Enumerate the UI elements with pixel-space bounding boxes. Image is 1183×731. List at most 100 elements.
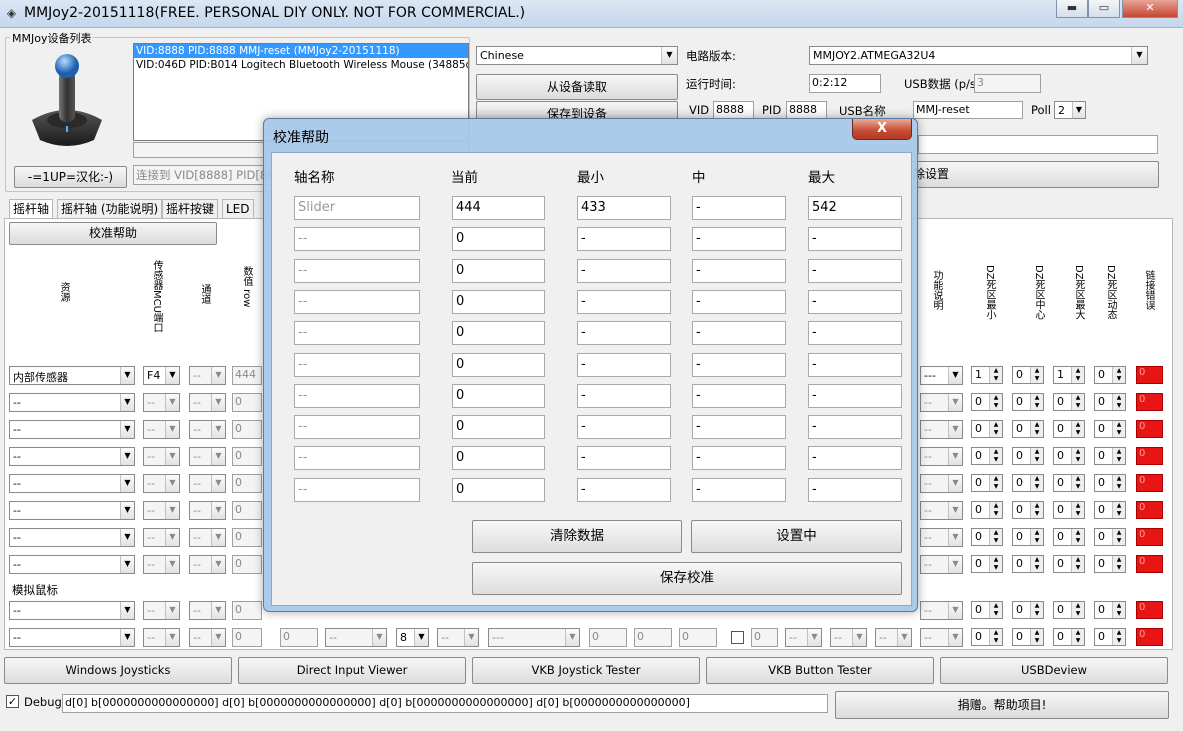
mouse-extra-select-2[interactable]: -- ▼ xyxy=(830,628,867,647)
clear-data-button[interactable]: 清除数据 xyxy=(472,520,682,553)
usbdeview-button[interactable]: USBDeview xyxy=(940,657,1168,684)
dz-spinner[interactable]: 0 ▲ ▼ xyxy=(1094,555,1126,573)
port-select[interactable]: -- ▼ xyxy=(143,447,180,466)
calibration-help-button[interactable]: 校准帮助 xyxy=(9,222,217,245)
calib-min-field[interactable]: - xyxy=(577,446,671,471)
calib-name-field[interactable]: -- xyxy=(294,258,420,283)
calib-name-field[interactable]: -- xyxy=(294,352,420,377)
calib-mid-field[interactable]: - xyxy=(692,383,786,408)
dz-spinner[interactable]: 0 ▲ ▼ xyxy=(971,555,1003,573)
calib-current-field[interactable]: 0 xyxy=(452,352,545,377)
minimize-button[interactable]: ▬ xyxy=(1056,0,1088,18)
language-select[interactable]: Chinese ▼ xyxy=(476,46,678,65)
device-item[interactable]: VID:8888 PID:8888 MMJ-reset (MMJoy2-2015… xyxy=(134,44,468,58)
port-select[interactable]: -- ▼ xyxy=(143,501,180,520)
calib-min-field[interactable]: - xyxy=(577,321,671,346)
dz-spinner[interactable]: 0 ▲ ▼ xyxy=(1053,501,1085,519)
dz-spinner[interactable]: 0 ▲ ▼ xyxy=(1012,393,1044,411)
usb-name-input[interactable]: MMJ-reset xyxy=(913,101,1023,119)
tab-axes-description[interactable]: 摇杆轴 (功能说明) xyxy=(57,199,163,219)
direct-input-viewer-button[interactable]: Direct Input Viewer xyxy=(238,657,466,684)
calib-max-field[interactable]: - xyxy=(808,352,902,377)
dz-spinner[interactable]: 0 ▲ ▼ xyxy=(1094,601,1126,619)
function-select[interactable]: -- ▼ xyxy=(920,501,963,520)
dz-spinner[interactable]: 0 ▲ ▼ xyxy=(1012,555,1044,573)
vkb-button-tester-button[interactable]: VKB Button Tester xyxy=(706,657,934,684)
port-select[interactable]: -- ▼ xyxy=(143,555,180,574)
calib-max-field[interactable]: - xyxy=(808,383,902,408)
port-select[interactable]: F4 ▼ xyxy=(143,366,180,385)
channel-select[interactable]: -- ▼ xyxy=(189,474,226,493)
source-select[interactable]: -- ▼ xyxy=(9,447,135,466)
firmware-select[interactable]: MMJOY2.ATMEGA32U4 ▼ xyxy=(809,46,1148,65)
calib-current-field[interactable]: 0 xyxy=(452,383,545,408)
settings-button[interactable]: 除设置 xyxy=(908,161,1159,188)
dz-spinner[interactable]: 0 ▲ ▼ xyxy=(1053,628,1085,646)
dz-spinner[interactable]: 1 ▲ ▼ xyxy=(1053,366,1085,384)
dz-spinner[interactable]: 0 ▲ ▼ xyxy=(1094,366,1126,384)
mouse-function-select[interactable]: -- ▼ xyxy=(920,601,963,620)
function-select[interactable]: -- ▼ xyxy=(920,447,963,466)
channel-select[interactable]: -- ▼ xyxy=(189,447,226,466)
calib-current-field[interactable]: 444 xyxy=(452,196,545,220)
function-select[interactable]: -- ▼ xyxy=(920,420,963,439)
mouse-channel-select[interactable]: -- ▼ xyxy=(189,628,226,647)
calib-current-field[interactable]: 0 xyxy=(452,227,545,252)
calib-name-field[interactable]: -- xyxy=(294,227,420,252)
channel-select[interactable]: -- ▼ xyxy=(189,393,226,412)
mouse-mode-select[interactable]: -- ▼ xyxy=(325,628,387,647)
calib-name-field[interactable]: -- xyxy=(294,477,420,502)
dz-spinner[interactable]: 0 ▲ ▼ xyxy=(1053,555,1085,573)
mouse-source-select[interactable]: -- ▼ xyxy=(9,628,135,647)
tab-axes[interactable]: 摇杆轴 xyxy=(9,199,54,219)
calib-min-field[interactable]: - xyxy=(577,352,671,377)
dz-spinner[interactable]: 0 ▲ ▼ xyxy=(1012,447,1044,465)
dz-spinner[interactable]: 0 ▲ ▼ xyxy=(971,447,1003,465)
mouse-channel-select[interactable]: -- ▼ xyxy=(189,601,226,620)
channel-select[interactable]: -- ▼ xyxy=(189,501,226,520)
source-select[interactable]: -- ▼ xyxy=(9,393,135,412)
calib-mid-field[interactable]: - xyxy=(692,321,786,346)
calib-mid-field[interactable]: - xyxy=(692,415,786,440)
port-select[interactable]: -- ▼ xyxy=(143,393,180,412)
windows-joysticks-button[interactable]: Windows Joysticks xyxy=(4,657,232,684)
calib-max-field[interactable]: - xyxy=(808,258,902,283)
channel-select[interactable]: -- ▼ xyxy=(189,420,226,439)
save-to-device-button[interactable]: 保存到设备 xyxy=(476,101,678,119)
dz-spinner[interactable]: 0 ▲ ▼ xyxy=(1094,501,1126,519)
dz-spinner[interactable]: 0 ▲ ▼ xyxy=(1012,366,1044,384)
save-calibration-button[interactable]: 保存校准 xyxy=(472,562,902,595)
source-select[interactable]: -- ▼ xyxy=(9,555,135,574)
mouse-function-select[interactable]: -- ▼ xyxy=(920,628,963,647)
function-select[interactable]: -- ▼ xyxy=(920,393,963,412)
vid-input[interactable]: 8888 xyxy=(713,101,754,119)
mouse-option-select[interactable]: -- ▼ xyxy=(437,628,479,647)
close-button[interactable]: ✕ xyxy=(1122,0,1178,18)
mouse-extra-select-3[interactable]: -- ▼ xyxy=(875,628,912,647)
dz-spinner[interactable]: 0 ▲ ▼ xyxy=(971,528,1003,546)
extra-field[interactable] xyxy=(918,135,1158,154)
device-item[interactable]: VID:046D PID:B014 Logitech Bluetooth Wir… xyxy=(134,58,468,72)
dz-spinner[interactable]: 0 ▲ ▼ xyxy=(971,393,1003,411)
calib-min-field[interactable]: 433 xyxy=(577,196,671,220)
source-select[interactable]: 内部传感器 ▼ xyxy=(9,366,135,385)
channel-select[interactable]: -- ▼ xyxy=(189,555,226,574)
port-select[interactable]: -- ▼ xyxy=(143,420,180,439)
calib-max-field[interactable]: - xyxy=(808,477,902,502)
dz-spinner[interactable]: 0 ▲ ▼ xyxy=(1094,447,1126,465)
dialog-close-button[interactable]: X xyxy=(852,119,912,140)
calib-current-field[interactable]: 0 xyxy=(452,477,545,502)
mouse-port-select[interactable]: -- ▼ xyxy=(143,601,180,620)
dz-spinner[interactable]: 0 ▲ ▼ xyxy=(1012,474,1044,492)
source-select[interactable]: -- ▼ xyxy=(9,528,135,547)
function-select[interactable]: -- ▼ xyxy=(920,474,963,493)
calib-name-field[interactable]: -- xyxy=(294,446,420,471)
calib-name-field[interactable]: Slider xyxy=(294,196,420,220)
calib-min-field[interactable]: - xyxy=(577,227,671,252)
calib-max-field[interactable]: - xyxy=(808,289,902,314)
calib-current-field[interactable]: 0 xyxy=(452,415,545,440)
port-select[interactable]: -- ▼ xyxy=(143,474,180,493)
dz-spinner[interactable]: 0 ▲ ▼ xyxy=(971,601,1003,619)
calib-min-field[interactable]: - xyxy=(577,258,671,283)
dz-spinner[interactable]: 0 ▲ ▼ xyxy=(1053,601,1085,619)
